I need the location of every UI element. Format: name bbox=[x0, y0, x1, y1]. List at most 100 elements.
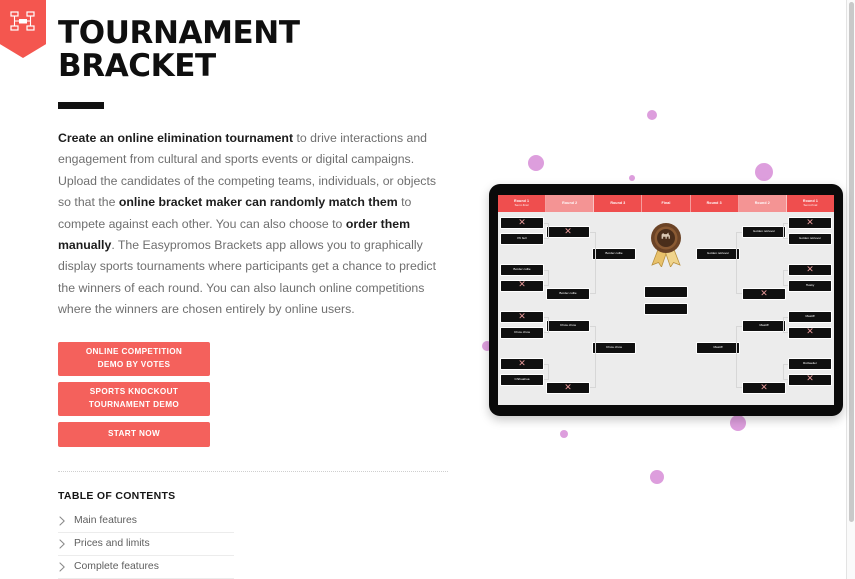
eliminated-x-icon: ✕ bbox=[806, 217, 814, 228]
button-label-line: ONLINE COMPETITION bbox=[85, 346, 183, 356]
eliminated-x-icon: ✕ bbox=[518, 217, 526, 228]
decorative-dot bbox=[560, 430, 568, 438]
bracket-node[interactable]: Border collie bbox=[500, 264, 544, 276]
page-root: TOURNAMENT BRACKET Create an online elim… bbox=[0, 0, 855, 579]
cta-button-group: ONLINE COMPETITION DEMO BY VOTES SPORTS KN… bbox=[58, 341, 450, 447]
round-sublabel: Semi-final bbox=[514, 202, 529, 207]
bracket-connector bbox=[544, 317, 549, 333]
bracket-node-label: Border collie bbox=[513, 267, 531, 272]
bracket-node[interactable]: Mastiff bbox=[788, 311, 832, 323]
tablet-screen: Round 1 Semi-final Round 2 Round 3 Final Roun… bbox=[498, 195, 834, 405]
bracket-diagram-icon bbox=[10, 9, 36, 33]
bracket-node[interactable] bbox=[644, 303, 688, 315]
bracket-node[interactable]: Chihuahua bbox=[500, 373, 544, 386]
scrollbar-thumb[interactable] bbox=[849, 2, 854, 522]
bracket-node[interactable]: Border collie bbox=[546, 288, 590, 300]
bracket-connector bbox=[590, 326, 596, 388]
bracket-node[interactable]: Husky bbox=[788, 279, 832, 292]
bracket-rounds-header: Round 1 Semi-final Round 2 Round 3 Final Roun… bbox=[498, 195, 834, 212]
toc-item-label: Prices and limits bbox=[74, 538, 150, 550]
decorative-dot bbox=[730, 415, 746, 431]
bracket-node-label: Golden retriever bbox=[752, 229, 776, 234]
content-column: TOURNAMENT BRACKET Create an online elim… bbox=[58, 0, 450, 579]
bracket-node[interactable]: Chow chow bbox=[546, 320, 590, 332]
bracket-node[interactable]: ✕ bbox=[500, 358, 544, 370]
bracket-node[interactable]: Golden retriever bbox=[788, 232, 832, 245]
bracket-node[interactable]: Chow chow bbox=[592, 342, 636, 354]
decorative-dot bbox=[650, 470, 664, 484]
bracket-connector bbox=[783, 364, 788, 380]
bracket-node-label: Rottweiler bbox=[803, 361, 817, 366]
title-underline-rule bbox=[58, 102, 104, 110]
eliminated-x-icon: ✕ bbox=[806, 327, 814, 337]
bracket-node[interactable]: ✕ bbox=[788, 217, 832, 229]
button-label-line: SPORTS KNOCKOUT bbox=[89, 386, 179, 396]
round-header-cell: Round 1 Semi-final bbox=[498, 195, 547, 212]
bracket-node[interactable]: ✕ bbox=[742, 288, 786, 300]
bracket-node-label: Husky bbox=[805, 282, 815, 287]
bracket-node-label: Golden retriever bbox=[798, 235, 822, 240]
bracket-connector bbox=[736, 326, 742, 388]
chevron-right-icon bbox=[58, 562, 66, 572]
bracket-node[interactable]: ✕ bbox=[546, 382, 590, 394]
bracket-node[interactable]: Border collie bbox=[592, 248, 636, 260]
decorative-dot bbox=[647, 110, 657, 120]
start-now-button[interactable]: START NOW bbox=[58, 421, 210, 447]
bracket-node-label: Border collie bbox=[559, 291, 577, 296]
bracket-node-label: Chow chow bbox=[606, 345, 622, 350]
intro-emphasis: Create an online elimination tournament bbox=[58, 131, 294, 146]
decorative-dot bbox=[629, 175, 635, 181]
eliminated-x-icon: ✕ bbox=[518, 358, 526, 369]
sports-knockout-demo-button[interactable]: SPORTS KNOCKOUT TOURNAMENT DEMO bbox=[58, 381, 210, 416]
bracket-node[interactable]: Golden retriever bbox=[742, 226, 786, 238]
intro-text: . The Easypromos Brackets app allows you… bbox=[58, 238, 436, 317]
bracket-node[interactable]: ✕ bbox=[788, 326, 832, 339]
bracket-connector bbox=[783, 223, 788, 239]
eliminated-x-icon: ✕ bbox=[806, 374, 814, 384]
eliminated-x-icon: ✕ bbox=[564, 226, 572, 237]
online-competition-demo-button[interactable]: ONLINE COMPETITION DEMO BY VOTES bbox=[58, 341, 210, 376]
eliminated-x-icon: ✕ bbox=[806, 264, 814, 275]
bracket-node[interactable]: ✕ bbox=[742, 382, 786, 394]
bracket-connector bbox=[544, 270, 549, 286]
page-title: TOURNAMENT BRACKET bbox=[58, 15, 300, 84]
toc-item-main-features[interactable]: Main features bbox=[58, 510, 234, 533]
round-header-cell: Round 3 bbox=[690, 195, 739, 212]
bracket-node[interactable]: Pit bull bbox=[500, 232, 544, 245]
bracket-node[interactable]: Chow chow bbox=[500, 326, 544, 339]
bracket-node-label: Border collie bbox=[605, 251, 623, 256]
bracket-node[interactable]: Mastiff bbox=[696, 342, 740, 354]
page-scrollbar[interactable] bbox=[846, 0, 855, 579]
section-divider bbox=[58, 470, 448, 472]
button-label-line: START NOW bbox=[107, 428, 161, 438]
app-badge bbox=[0, 0, 46, 58]
bracket-node[interactable]: ✕ bbox=[788, 264, 832, 276]
toc-item-complete-features[interactable]: Complete features bbox=[58, 556, 234, 579]
bracket-node[interactable]: ✕ bbox=[500, 311, 544, 323]
chevron-right-icon bbox=[58, 539, 66, 549]
bracket-node[interactable]: Rottweiler bbox=[788, 358, 832, 370]
round-header-cell: Round 2 bbox=[546, 195, 595, 212]
button-label-line: TOURNAMENT DEMO bbox=[88, 399, 180, 409]
bracket-node[interactable]: ✕ bbox=[500, 217, 544, 229]
round-header-cell: Round 2 bbox=[738, 195, 787, 212]
eliminated-x-icon: ✕ bbox=[564, 382, 572, 393]
bracket-node-label: Chow chow bbox=[560, 323, 576, 328]
bracket-board: ✕ Pit bull Border collie ✕ ✕ Chow chow ✕ Chihua… bbox=[498, 212, 834, 405]
bracket-node-label: Mastiff bbox=[713, 345, 723, 350]
bracket-node[interactable]: ✕ bbox=[788, 373, 832, 386]
round-sublabel: Semi-final bbox=[803, 202, 818, 207]
round-header-cell: Round 1 Semi-final bbox=[786, 195, 834, 212]
bracket-node-label: Golden retriever bbox=[706, 251, 730, 256]
bracket-node[interactable]: ✕ bbox=[500, 279, 544, 292]
bracket-node[interactable]: Golden retriever bbox=[696, 248, 740, 260]
bracket-node[interactable] bbox=[644, 286, 688, 298]
round-label: Round 3 bbox=[610, 201, 626, 206]
bracket-node-label: Mastiff bbox=[759, 323, 769, 328]
eliminated-x-icon: ✕ bbox=[518, 311, 526, 322]
eliminated-x-icon: ✕ bbox=[760, 382, 768, 393]
bracket-connector bbox=[590, 232, 596, 294]
bracket-node[interactable]: ✕ bbox=[546, 226, 590, 238]
bracket-node[interactable]: Mastiff bbox=[742, 320, 786, 332]
toc-item-prices-and-limits[interactable]: Prices and limits bbox=[58, 533, 234, 556]
